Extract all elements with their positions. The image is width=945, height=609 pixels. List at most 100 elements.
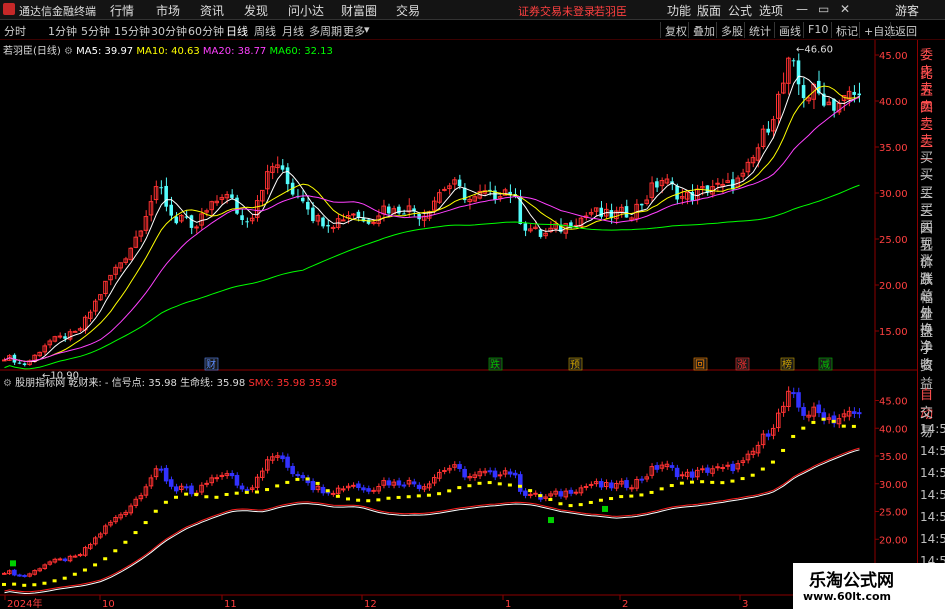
period-tick[interactable]: 分时	[4, 23, 26, 39]
high-price-label: ←46.60	[796, 44, 833, 55]
sub-candle-body	[598, 481, 604, 488]
back-button[interactable]: 返回	[890, 22, 921, 38]
signal-dot	[649, 490, 654, 494]
sub-candle-body	[609, 482, 614, 489]
signal-dot	[538, 494, 543, 498]
more-dropdown-icon[interactable]: ▾	[364, 23, 370, 36]
candle-body	[169, 204, 173, 216]
period-daily[interactable]: 日线	[226, 23, 248, 39]
sub-candle-body	[396, 480, 402, 486]
period-multi[interactable]: 多周期	[309, 23, 342, 39]
signal-dot	[62, 576, 67, 580]
main-y-tick-label: 30.00	[879, 189, 908, 200]
menu-formula[interactable]: 公式	[728, 2, 752, 19]
period-weekly[interactable]: 周线	[254, 23, 276, 39]
watermark-url: www.60lt.com	[803, 590, 892, 603]
signal-dot	[750, 473, 755, 477]
restore-rights-button[interactable]: 复权	[660, 22, 691, 38]
draw-line-button[interactable]: 画线	[774, 22, 805, 38]
sub-part-qiancailai: 乾财来: -	[68, 378, 109, 389]
signal-dot	[254, 490, 259, 494]
menu-quotes[interactable]: 行情	[110, 2, 134, 19]
sub-candle-body	[801, 407, 806, 416]
menu-news[interactable]: 资讯	[200, 2, 224, 19]
candle-body	[386, 206, 391, 214]
sub-candle-body	[568, 489, 574, 494]
period-30min[interactable]: 30分钟	[151, 23, 187, 39]
signal-dot	[346, 497, 350, 501]
overlay-button[interactable]: 叠加	[688, 22, 719, 38]
sub-candle-body	[290, 465, 295, 475]
sub-y-tick-label: 30.00	[879, 480, 908, 491]
menu-wealth[interactable]: 财富圈	[341, 2, 377, 19]
sub-part-lifeline: 生命线: 35.98	[180, 378, 246, 389]
multi-stock-button[interactable]: 多股	[716, 22, 747, 38]
menu-discover[interactable]: 发现	[244, 2, 268, 19]
mark-button[interactable]: 标记	[831, 22, 862, 38]
menu-options[interactable]: 选项	[759, 2, 783, 19]
sub-candle-body	[184, 486, 189, 489]
signal-dot	[325, 489, 330, 493]
period-60min[interactable]: 60分钟	[188, 23, 224, 39]
main-chart-header: 若羽臣(日线) ⚙ MA5: 39.97 MA10: 40.63 MA20: 3…	[3, 42, 333, 57]
signal-dot	[143, 521, 148, 525]
sub-candle-body	[356, 483, 361, 489]
signal-dot	[295, 477, 300, 481]
period-more[interactable]: 更多	[343, 23, 365, 39]
sub-candle-body	[158, 468, 164, 471]
main-y-tick-label: 15.00	[879, 327, 908, 338]
event-mark-3: 回	[695, 359, 705, 371]
sub-settings-gear-icon[interactable]: ⚙	[3, 378, 12, 389]
sub-candle-body	[340, 488, 346, 491]
signal-dot	[305, 477, 310, 481]
signal-dot	[234, 491, 239, 495]
f10-button[interactable]: F10	[803, 22, 832, 38]
signal-dot	[639, 493, 644, 497]
chart-canvas[interactable]: 45.00 40.00 35.00 30.00 25.00 20.00 15.00 45.00…	[0, 40, 917, 609]
signal-dot	[447, 489, 452, 493]
signal-dot	[366, 499, 371, 503]
menu-bar: 通达信金融终端 行情 市场 资讯 发现 问小达 财富圈 交易 证券交易未登录 若…	[0, 0, 945, 20]
statistics-button[interactable]: 统计	[744, 22, 775, 38]
signal-dot	[690, 480, 694, 484]
minimize-icon[interactable]: —	[796, 2, 808, 16]
signal-dot	[426, 493, 431, 497]
signal-dot	[700, 480, 705, 484]
menu-function[interactable]: 功能	[667, 2, 691, 19]
menu-ask[interactable]: 问小达	[288, 2, 324, 19]
period-15min[interactable]: 15分钟	[114, 23, 150, 39]
sub-candle-body	[457, 464, 462, 469]
kline-chart-area[interactable]: 45.00 40.00 35.00 30.00 25.00 20.00 15.00 45.00…	[0, 40, 945, 609]
sub-candle-body	[310, 480, 316, 491]
close-icon[interactable]: ✕	[840, 2, 850, 16]
period-monthly[interactable]: 月线	[282, 23, 304, 39]
settings-gear-icon[interactable]: ⚙	[64, 46, 73, 57]
sub-candle-body	[168, 479, 174, 487]
signal-dot	[285, 480, 290, 484]
candle-body	[159, 187, 163, 189]
menu-trade[interactable]: 交易	[396, 2, 420, 19]
sub-green-mark	[602, 505, 608, 512]
signal-dot	[821, 417, 826, 421]
candle-body	[240, 215, 244, 220]
candle-body	[371, 221, 376, 224]
sub-candle-body	[639, 478, 644, 481]
candle-body	[442, 188, 447, 191]
menu-layout[interactable]: 版面	[697, 2, 721, 19]
period-5min[interactable]: 5分钟	[81, 23, 110, 39]
menu-market[interactable]: 市场	[156, 2, 180, 19]
ma10-label: MA10: 40.63	[136, 46, 200, 57]
sub-candle-body	[558, 491, 564, 497]
signal-dot	[811, 420, 816, 424]
sub-candle-body	[462, 468, 467, 478]
candle-body	[280, 165, 285, 170]
signal-dot	[174, 495, 178, 499]
restore-icon[interactable]: ▭	[818, 2, 829, 16]
candle-body	[300, 197, 305, 202]
login-status[interactable]: 证券交易未登录	[518, 3, 595, 19]
period-1min[interactable]: 1分钟	[48, 23, 77, 39]
signal-dot	[315, 481, 320, 485]
signal-dot	[194, 493, 199, 497]
user-label[interactable]: 游客	[895, 2, 919, 19]
main-chart-title: 若羽臣(日线)	[3, 46, 61, 57]
